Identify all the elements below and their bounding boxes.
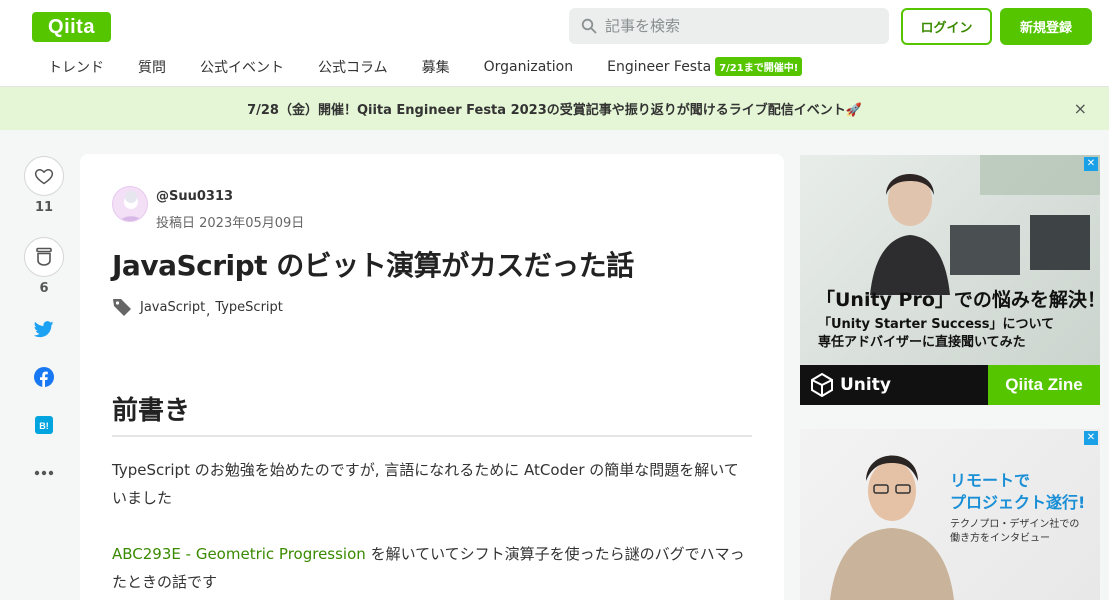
ad-choices-icon[interactable]: ✕ (1084, 157, 1098, 171)
twitter-share-button[interactable] (24, 317, 64, 341)
site-header: Qiita ログイン 新規登録 トレンド 質問 公式イベント 公式コラム 募集 … (0, 0, 1109, 87)
ad2-photo (830, 455, 954, 600)
hatena-icon: B! (35, 416, 53, 434)
announcement-bar: 7/28（金）開催！Qiita Engineer Festa 2023の受賞記事… (0, 87, 1109, 130)
nav-official-columns[interactable]: 公式コラム (318, 57, 388, 77)
hatena-bookmark-button[interactable]: B! (24, 413, 64, 437)
problem-paragraph: ABC293E - Geometric Progression を解いていてシフ… (112, 540, 752, 596)
tag-list: JavaScript , TypeScript (112, 298, 283, 319)
svg-text:B!: B! (39, 421, 49, 431)
tag-typescript[interactable]: TypeScript (215, 300, 283, 315)
article-card: @Suu0313 投稿日 2023年05月09日 JavaScript のビット… (80, 154, 784, 600)
ad1-footer: Unity Qiita Zine (800, 365, 1100, 405)
article-actions: 11 6 B! (24, 156, 64, 485)
festa-badge[interactable]: 7/21まで開催中! (715, 56, 803, 76)
ad-technopro-banner[interactable]: ✕ リモートで プロジェクト遂行! テクノプロ・デザイン社での 働き方をインタビ… (800, 429, 1100, 600)
more-options-button[interactable] (24, 461, 64, 485)
main-nav: トレンド 質問 公式イベント 公式コラム 募集 Organization Eng… (32, 56, 803, 78)
tag-javascript[interactable]: JavaScript (140, 300, 205, 315)
post-date: 投稿日 2023年05月09日 (156, 216, 305, 231)
ad2-subline-1: テクノプロ・デザイン社での (950, 519, 1080, 530)
like-count: 11 (34, 200, 54, 215)
stock-count: 6 (39, 281, 49, 296)
close-icon[interactable]: × (1074, 99, 1087, 118)
ad2-headline-1: リモートで (950, 471, 1031, 490)
problem-link[interactable]: ABC293E - Geometric Progression (112, 545, 366, 563)
nav-engineer-festa[interactable]: Engineer Festa (607, 59, 711, 75)
stock-button[interactable] (24, 237, 64, 277)
stock-icon (36, 247, 52, 266)
facebook-share-button[interactable] (24, 365, 64, 389)
unity-logo: Unity (800, 365, 988, 405)
ad1-subline-2: 専任アドバイザーに直接聞いてみた (818, 335, 1026, 350)
announcement-link[interactable]: 7/28（金）開催！Qiita Engineer Festa 2023の受賞記事… (247, 99, 862, 118)
more-icon (34, 470, 54, 476)
author-name[interactable]: @Suu0313 (156, 189, 233, 204)
section-heading: 前書き (112, 390, 752, 437)
qiita-zine-logo: Qiita Zine (988, 365, 1100, 405)
nav-recruitment[interactable]: 募集 (422, 57, 450, 77)
unity-logo-text: Unity (840, 375, 891, 395)
ad-unity-banner[interactable]: ✕ 「Unity Pro」での悩みを解決！ 「Unity Starter Suc… (800, 155, 1100, 405)
search-input[interactable] (605, 17, 865, 35)
twitter-icon (34, 320, 54, 337)
heart-icon (34, 169, 54, 185)
unity-icon (811, 373, 833, 397)
avatar-image (113, 187, 147, 221)
facebook-icon (34, 367, 54, 387)
search-icon (581, 18, 597, 34)
ad2-subline-2: 働き方をインタビュー (950, 533, 1050, 544)
nav-questions[interactable]: 質問 (138, 57, 166, 77)
author-avatar[interactable] (112, 186, 148, 222)
search-box[interactable] (569, 8, 889, 44)
nav-official-events[interactable]: 公式イベント (200, 57, 284, 77)
tag-separator: , (206, 303, 211, 319)
ad-photo (870, 155, 1100, 295)
article-title: JavaScript のビット演算がカスだった話 (112, 249, 634, 282)
nav-organization[interactable]: Organization (484, 59, 574, 75)
signup-button[interactable]: 新規登録 (1000, 8, 1092, 45)
nav-trend[interactable]: トレンド (48, 57, 104, 77)
tag-icon (113, 299, 131, 316)
ad1-headline: 「Unity Pro」での悩みを解決！ (816, 289, 1100, 311)
ad2-copy: リモートで プロジェクト遂行! テクノプロ・デザイン社での 働き方をインタビュー (940, 437, 1100, 567)
login-button[interactable]: ログイン (901, 8, 992, 45)
qiita-logo[interactable]: Qiita (32, 12, 111, 42)
like-button[interactable] (24, 156, 64, 196)
ad2-headline-2: プロジェクト遂行! (950, 493, 1086, 512)
ad1-subline: 「Unity Starter Success」について (818, 317, 1055, 332)
intro-paragraph: TypeScript のお勉強を始めたのですが, 言語になれるために AtCod… (112, 461, 739, 507)
